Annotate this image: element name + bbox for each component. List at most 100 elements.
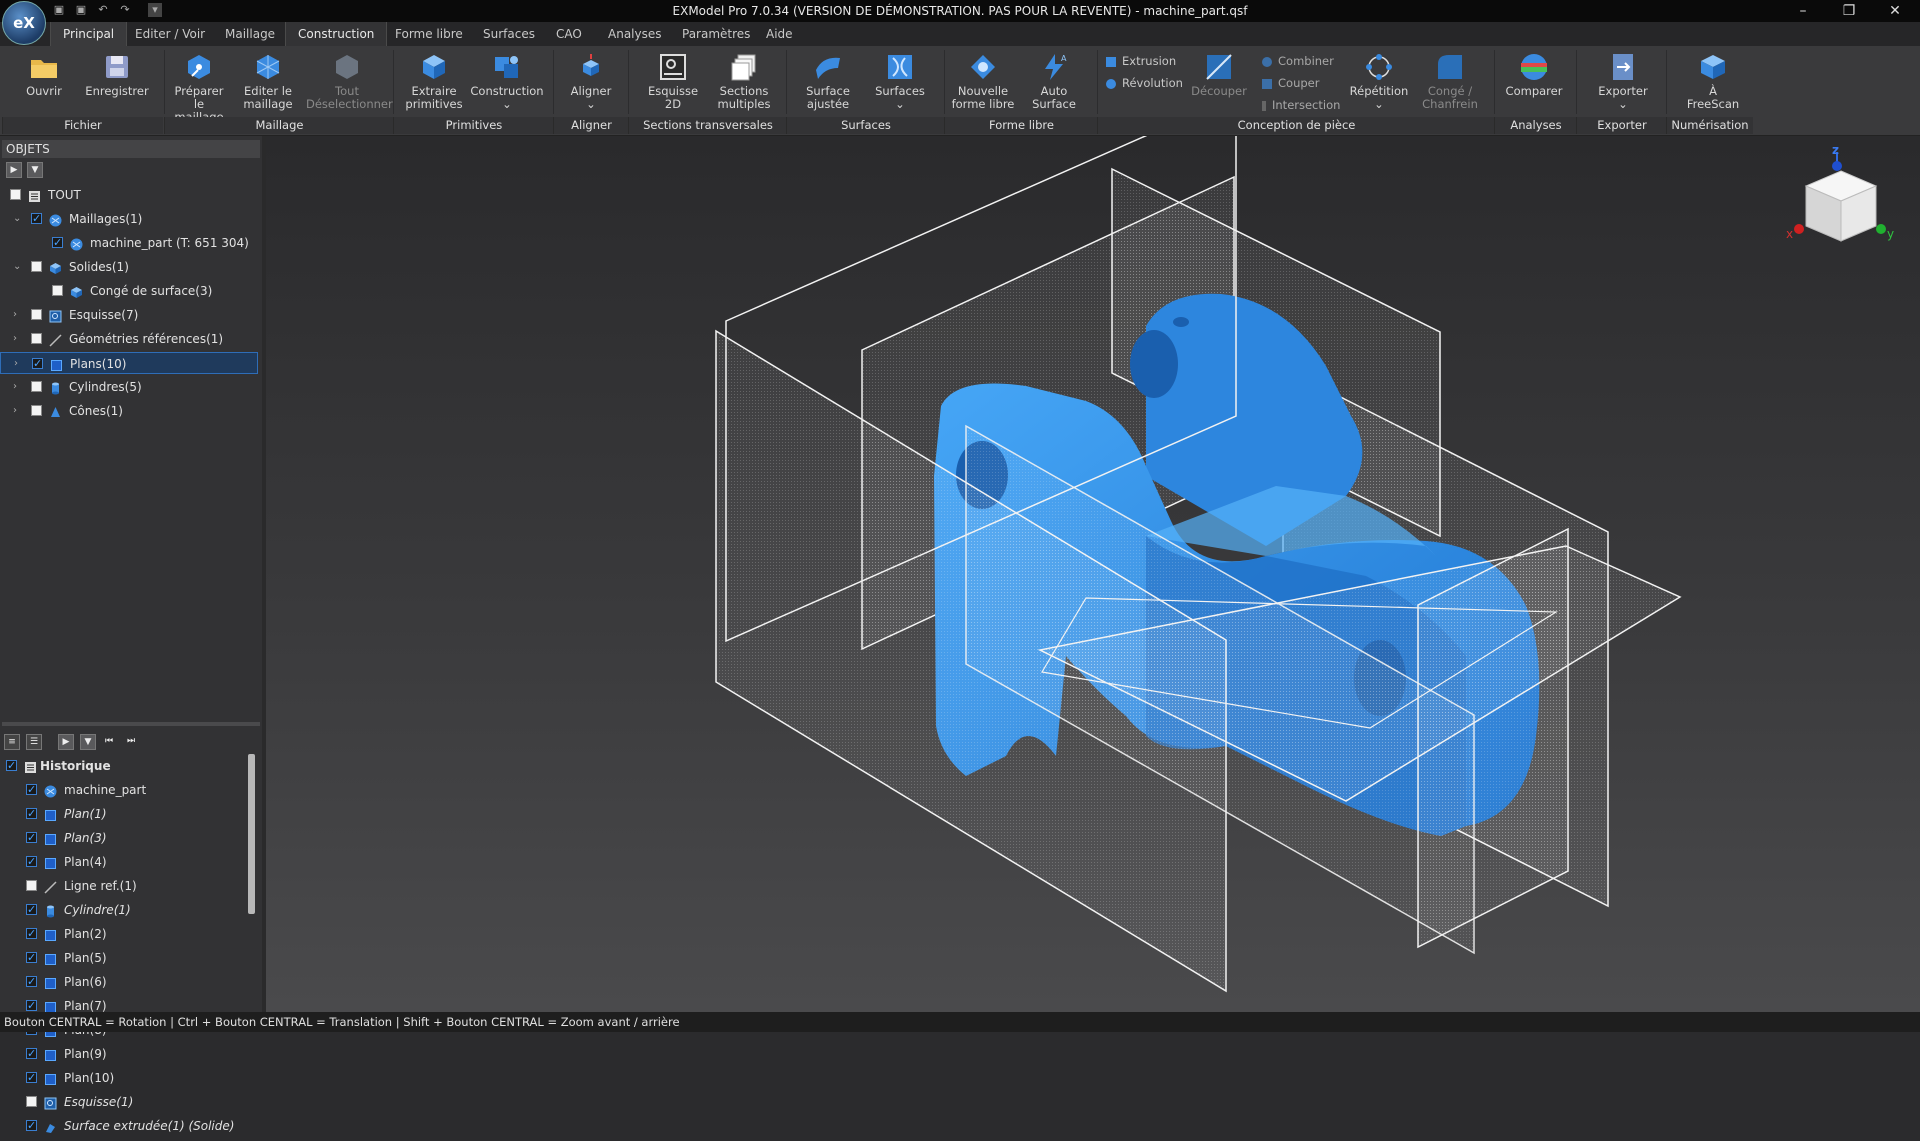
history-checkbox[interactable]: [6, 755, 17, 777]
visibility-checkbox[interactable]: [26, 779, 37, 801]
history-scrollbar[interactable]: [248, 754, 255, 914]
history-item-row[interactable]: Plan(5): [0, 947, 258, 969]
object-tree-row[interactable]: › Esquisse(7): [0, 304, 258, 326]
history-item-row[interactable]: Cylindre(1): [0, 899, 258, 921]
tab-construction[interactable]: Construction: [285, 22, 388, 46]
visibility-checkbox[interactable]: [26, 880, 37, 891]
preparer-maillage-button[interactable]: Préparerle maillage: [170, 46, 228, 124]
expand-all-icon[interactable]: ▶: [6, 162, 22, 178]
tab-parametres[interactable]: Paramètres: [670, 22, 762, 46]
history-item-row[interactable]: Ligne ref.(1): [0, 875, 258, 897]
history-item-row[interactable]: Esquisse(1): [0, 1091, 258, 1113]
minimize-button[interactable]: –: [1780, 0, 1826, 22]
object-tree-row[interactable]: › Cylindres(5): [0, 376, 258, 398]
visibility-checkbox[interactable]: [31, 309, 42, 320]
visibility-checkbox[interactable]: [26, 1067, 37, 1089]
revolution-button[interactable]: Révolution: [1106, 74, 1183, 92]
object-tree-row[interactable]: TOUT: [0, 184, 258, 206]
expand-arrow-icon[interactable]: ›: [13, 376, 23, 398]
filter-icon[interactable]: ▼: [27, 162, 43, 178]
object-tree-row[interactable]: › Plans(10): [0, 352, 258, 375]
surfaces-button[interactable]: Surfaces ⌄: [868, 46, 932, 111]
ouvrir-button[interactable]: Ouvrir: [18, 46, 70, 98]
object-tree-row[interactable]: › Géométries références(1): [0, 328, 258, 350]
visibility-checkbox[interactable]: [26, 971, 37, 993]
history-item-row[interactable]: Surface extrudée(1) (Solide): [0, 1115, 258, 1137]
history-header[interactable]: Historique: [0, 755, 258, 777]
visibility-checkbox[interactable]: [31, 261, 42, 272]
visibility-checkbox[interactable]: [26, 803, 37, 825]
restore-button[interactable]: ❐: [1826, 0, 1872, 22]
intersection-button[interactable]: Intersection: [1262, 96, 1340, 114]
history-item-row[interactable]: Plan(9): [0, 1043, 258, 1065]
expand-arrow-icon[interactable]: ›: [13, 304, 23, 326]
surface-ajustee-button[interactable]: Surface ajustée: [796, 46, 860, 111]
visibility-checkbox[interactable]: [26, 947, 37, 969]
visibility-checkbox[interactable]: [26, 899, 37, 921]
tab-editer-voir[interactable]: Editer / Voir: [123, 22, 217, 46]
expand-arrow-icon[interactable]: ›: [13, 400, 23, 422]
esquisse-2d-button[interactable]: Esquisse 2D: [640, 46, 706, 111]
play-icon[interactable]: ▶: [58, 734, 74, 750]
extraire-primitives-button[interactable]: Extraire primitives: [404, 46, 464, 111]
auto-surface-button[interactable]: A Auto Surface: [1024, 46, 1084, 111]
comparer-button[interactable]: Comparer: [1502, 46, 1566, 98]
object-tree-row[interactable]: ⌄ Solides(1): [0, 256, 258, 278]
last-step-icon[interactable]: ⏭: [124, 734, 138, 748]
view-cube[interactable]: z x y: [1776, 146, 1906, 266]
decouper-button[interactable]: Découper: [1190, 46, 1248, 98]
repetition-button[interactable]: Répétition ⌄: [1346, 46, 1412, 111]
visibility-checkbox[interactable]: [26, 827, 37, 849]
tab-analyses[interactable]: Analyses: [596, 22, 674, 46]
visibility-checkbox[interactable]: [26, 1043, 37, 1065]
visibility-checkbox[interactable]: [26, 1115, 37, 1137]
visibility-checkbox[interactable]: [10, 189, 21, 200]
visibility-checkbox[interactable]: [52, 285, 63, 296]
visibility-checkbox[interactable]: [31, 208, 42, 230]
object-tree-row[interactable]: › Cônes(1): [0, 400, 258, 422]
aligner-button[interactable]: Aligner ⌄: [560, 46, 622, 111]
history-item-row[interactable]: Plan(6): [0, 971, 258, 993]
expand-arrow-icon[interactable]: ⌄: [13, 208, 23, 230]
tab-forme-libre[interactable]: Forme libre: [383, 22, 475, 46]
visibility-checkbox[interactable]: [26, 851, 37, 873]
combiner-button[interactable]: Combiner: [1262, 52, 1334, 70]
history-item-row[interactable]: machine_part: [0, 779, 258, 801]
visibility-checkbox[interactable]: [31, 381, 42, 392]
history-item-row[interactable]: Plan(3): [0, 827, 258, 849]
first-step-icon[interactable]: ⏮: [102, 734, 116, 748]
extrusion-button[interactable]: Extrusion: [1106, 52, 1176, 70]
expand-arrow-icon[interactable]: ⌄: [13, 256, 23, 278]
tab-aide[interactable]: Aide: [754, 22, 805, 46]
x-axis-handle[interactable]: [1794, 224, 1804, 234]
filter-history-icon[interactable]: ▼: [80, 734, 96, 750]
app-logo[interactable]: eX: [2, 1, 46, 45]
history-item-row[interactable]: Plan(1): [0, 803, 258, 825]
tab-cao[interactable]: CAO: [544, 22, 594, 46]
sections-multiples-button[interactable]: Sections multiples: [712, 46, 776, 111]
history-item-row[interactable]: Plan(10): [0, 1067, 258, 1089]
tab-surfaces[interactable]: Surfaces: [471, 22, 547, 46]
y-axis-handle[interactable]: [1876, 224, 1886, 234]
visibility-checkbox[interactable]: [26, 923, 37, 945]
construction-button[interactable]: Construction ⌄: [470, 46, 544, 111]
close-button[interactable]: ✕: [1872, 0, 1918, 22]
history-item-row[interactable]: Plan(2): [0, 923, 258, 945]
visibility-checkbox[interactable]: [32, 353, 43, 375]
z-axis-handle[interactable]: [1832, 161, 1842, 171]
3d-viewport[interactable]: z x y: [266, 136, 1920, 1012]
object-tree-row[interactable]: machine_part (T: 651 304): [0, 232, 258, 254]
tab-principal[interactable]: Principal: [50, 22, 128, 46]
freescan-button[interactable]: À FreeScan: [1680, 46, 1746, 111]
tout-deselectionner-button[interactable]: Tout Déselectionner: [306, 46, 393, 111]
visibility-checkbox[interactable]: [26, 995, 37, 1017]
conge-chanfrein-button[interactable]: Congé / Chanfrein: [1420, 46, 1480, 111]
exporter-button[interactable]: Exporter ⌄: [1590, 46, 1656, 111]
history-item-row[interactable]: Plan(4): [0, 851, 258, 873]
visibility-checkbox[interactable]: [26, 1096, 37, 1107]
editer-maillage-button[interactable]: Editer le maillage: [240, 46, 296, 111]
object-tree-row[interactable]: Congé de surface(3): [0, 280, 258, 302]
visibility-checkbox[interactable]: [31, 405, 42, 416]
expand-arrow-icon[interactable]: ›: [13, 328, 23, 350]
visibility-checkbox[interactable]: [52, 232, 63, 254]
